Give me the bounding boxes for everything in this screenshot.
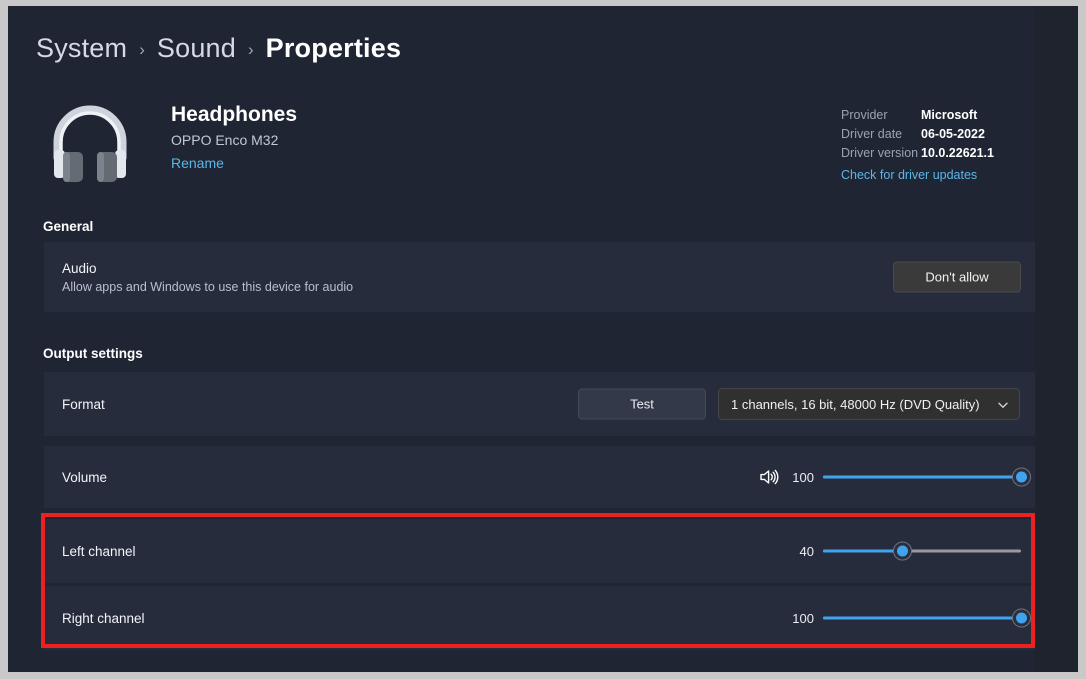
right-channel-row-text: Right channel <box>62 609 145 628</box>
volume-slider-fill <box>823 475 1021 479</box>
breadcrumb-item-sound[interactable]: Sound <box>157 33 236 64</box>
audio-row-text: Audio Allow apps and Windows to use this… <box>62 259 353 296</box>
left-channel-value: 40 <box>799 543 814 559</box>
volume-slider-thumb[interactable] <box>1011 467 1031 487</box>
driver-provider-value: Microsoft <box>921 108 978 122</box>
settings-app: System › Sound › Properties Headphones O… <box>8 6 1078 672</box>
driver-provider-label: Provider <box>841 108 888 122</box>
device-identity: Headphones OPPO Enco M32 Rename <box>171 102 297 174</box>
rename-link[interactable]: Rename <box>171 152 224 174</box>
check-for-driver-updates-link[interactable]: Check for driver updates <box>841 165 977 186</box>
left-channel-slider[interactable] <box>823 541 1021 561</box>
output-settings-section-heading: Output settings <box>43 346 143 361</box>
driver-version-value: 10.0.22621.1 <box>921 146 994 160</box>
right-channel-slider[interactable] <box>823 608 1031 628</box>
breadcrumb-separator-icon: › <box>139 39 145 59</box>
audio-row-subtitle: Allow apps and Windows to use this devic… <box>62 279 354 294</box>
volume-slider-group: 100 <box>759 467 1031 487</box>
driver-date-row: Driver date 06-05-2022 <box>841 125 1026 144</box>
general-section-heading: General <box>43 219 94 234</box>
left-channel-setting-card: Left channel 40 <box>44 519 1035 583</box>
breadcrumb-item-system[interactable]: System <box>36 33 127 64</box>
chevron-down-icon <box>997 398 1009 410</box>
format-dropdown-value: 1 channels, 16 bit, 48000 Hz (DVD Qualit… <box>731 396 980 412</box>
audio-row-title: Audio <box>62 260 97 276</box>
volume-value: 100 <box>792 469 814 485</box>
format-row-text: Format <box>62 395 105 414</box>
breadcrumb-separator-icon: › <box>247 39 254 59</box>
device-header: Headphones OPPO Enco M32 Rename Provider… <box>36 94 1026 192</box>
left-channel-row-title: Left channel <box>62 543 136 559</box>
driver-date-value: 06-05-2022 <box>921 127 985 141</box>
window-frame: System › Sound › Properties Headphones O… <box>0 0 1086 679</box>
format-setting-card: Format Test 1 channels, 16 bit, 48000 Hz… <box>44 372 1035 436</box>
right-channel-setting-card: Right channel 100 <box>44 586 1035 650</box>
settings-content-area: System › Sound › Properties Headphones O… <box>8 6 1035 672</box>
driver-version-row: Driver version 10.0.22621.1 <box>841 144 1026 163</box>
breadcrumb: System › Sound › Properties <box>36 26 401 70</box>
format-dropdown[interactable]: 1 channels, 16 bit, 48000 Hz (DVD Qualit… <box>718 388 1020 420</box>
volume-setting-card: Volume 100 <box>44 446 1035 508</box>
right-channel-slider-group: 100 <box>788 608 1031 628</box>
right-channel-value: 100 <box>792 610 814 626</box>
speaker-volume-icon[interactable] <box>759 468 779 486</box>
right-channel-row-title: Right channel <box>62 610 145 626</box>
device-model: OPPO Enco M32 <box>171 132 279 148</box>
format-row-title: Format <box>62 396 105 412</box>
driver-provider-row: Provider Microsoft <box>841 106 1026 125</box>
device-name: Headphones <box>171 103 298 126</box>
volume-slider[interactable] <box>823 467 1031 487</box>
driver-version-label: Driver version <box>841 146 919 160</box>
driver-date-label: Driver date <box>841 127 903 141</box>
right-channel-slider-fill <box>823 616 1021 620</box>
right-channel-slider-thumb[interactable] <box>1011 608 1031 628</box>
headphones-icon <box>44 96 136 188</box>
left-channel-slider-group: 40 <box>788 541 1021 561</box>
left-channel-slider-thumb[interactable] <box>892 541 912 561</box>
dont-allow-button[interactable]: Don't allow <box>893 261 1021 293</box>
driver-info-panel: Provider Microsoft Driver date 06-05-202… <box>841 106 1026 186</box>
audio-setting-card: Audio Allow apps and Windows to use this… <box>44 242 1035 312</box>
breadcrumb-item-properties: Properties <box>265 32 402 63</box>
left-channel-row-text: Left channel <box>62 542 136 561</box>
volume-row-text: Volume <box>62 468 107 487</box>
volume-row-title: Volume <box>62 469 108 485</box>
test-button[interactable]: Test <box>578 388 706 420</box>
left-channel-slider-fill <box>823 549 903 553</box>
